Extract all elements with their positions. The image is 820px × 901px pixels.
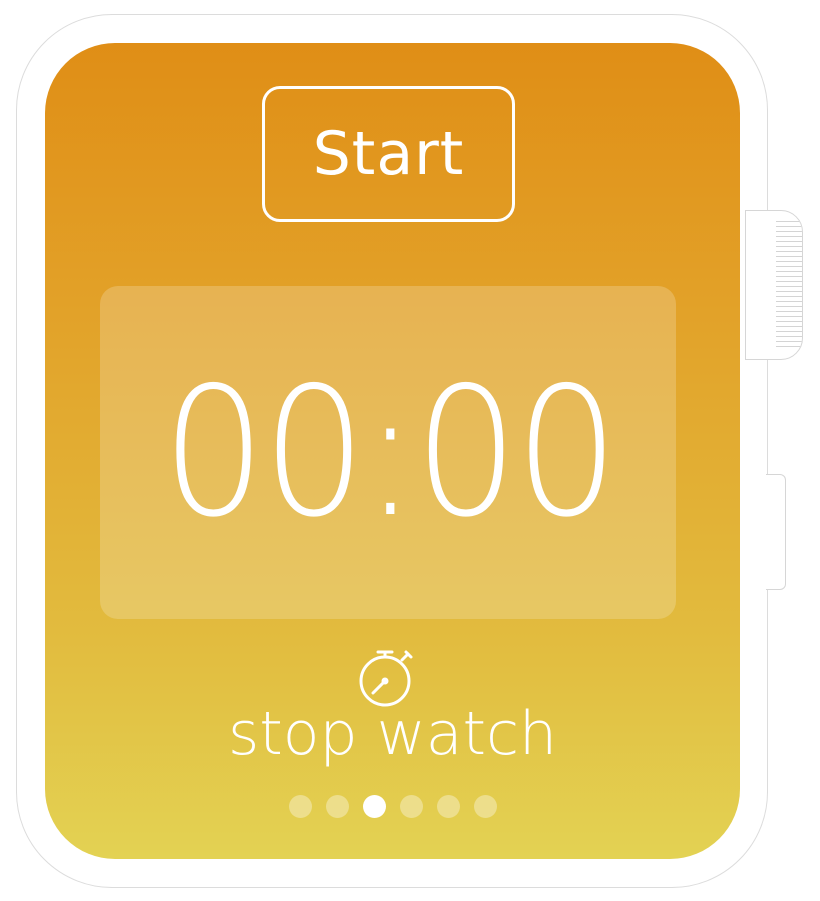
crown-ridges — [776, 221, 802, 351]
page-dot[interactable] — [399, 795, 423, 818]
timer-display: 00:00 — [161, 348, 618, 556]
page-indicator — [45, 795, 740, 818]
start-button[interactable]: Start — [262, 86, 515, 222]
watch-screen: Start 00:00 stop watch — [45, 43, 740, 859]
app-title: stop watch — [227, 699, 558, 769]
page-dot-active[interactable] — [362, 795, 386, 818]
timer-panel: 00:00 — [100, 286, 676, 619]
digital-crown[interactable] — [745, 210, 803, 360]
page-dot[interactable] — [325, 795, 349, 818]
page-dot[interactable] — [288, 795, 312, 818]
page-dot[interactable] — [473, 795, 497, 818]
page-dot[interactable] — [436, 795, 460, 818]
side-button[interactable] — [766, 474, 786, 590]
